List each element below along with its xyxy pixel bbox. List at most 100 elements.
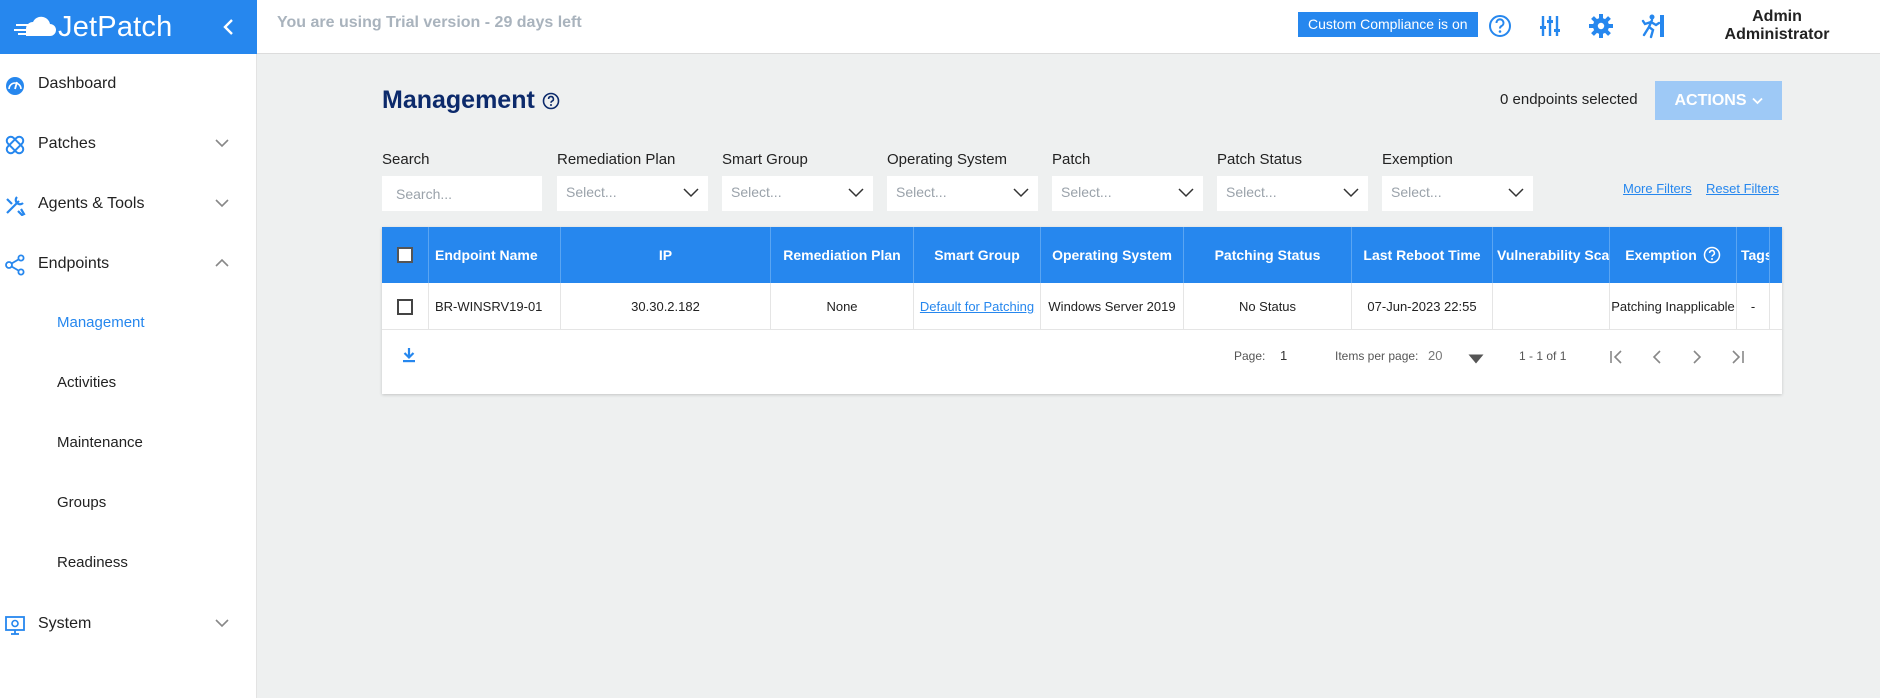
sidebar-item-system[interactable]: System xyxy=(0,604,257,644)
next-page-icon[interactable] xyxy=(1688,348,1706,366)
cell-operating-system: Windows Server 2019 xyxy=(1041,283,1184,330)
remediation-plan-select[interactable]: Select... xyxy=(557,176,708,211)
patch-select[interactable]: Select... xyxy=(1052,176,1203,211)
chevron-up-icon xyxy=(215,258,229,267)
exemption-select[interactable]: Select... xyxy=(1382,176,1533,211)
actions-button[interactable]: ACTIONS xyxy=(1655,81,1782,120)
sidebar-item-endpoints[interactable]: Endpoints xyxy=(0,244,257,284)
chevron-down-icon xyxy=(848,188,864,198)
select-all-checkbox[interactable] xyxy=(397,247,413,263)
logo[interactable]: JetPatch xyxy=(14,11,172,44)
sidebar-subitem-groups[interactable]: Groups xyxy=(57,494,106,511)
more-filters-link[interactable]: More Filters xyxy=(1623,181,1692,196)
sidebar-item-label: System xyxy=(38,615,92,632)
items-per-page-label: Items per page: xyxy=(1335,349,1419,363)
smart-group-select[interactable]: Select... xyxy=(722,176,873,211)
chevron-down-icon xyxy=(215,139,229,148)
actions-label: ACTIONS xyxy=(1674,91,1747,109)
sidebar-subitem-readiness[interactable]: Readiness xyxy=(57,554,128,571)
sidebar-subitem-activities[interactable]: Activities xyxy=(57,374,116,391)
user-name: Admin xyxy=(1752,8,1802,25)
caret-down-icon[interactable] xyxy=(1467,350,1485,368)
select-placeholder: Select... xyxy=(1061,184,1112,200)
select-placeholder: Select... xyxy=(1226,184,1277,200)
table-row[interactable]: BR-WINSRV19-01 30.30.2.182 None Default … xyxy=(382,283,1782,330)
filter-label-smart-group: Smart Group xyxy=(722,151,808,168)
table-header: Endpoint Name IP Remediation Plan Smart … xyxy=(382,227,1782,283)
operating-system-select[interactable]: Select... xyxy=(887,176,1038,211)
gear-icon[interactable] xyxy=(1587,12,1615,40)
cell-patching-status: No Status xyxy=(1184,283,1352,330)
column-last-reboot-time[interactable]: Last Reboot Time xyxy=(1352,227,1493,283)
filter-label-patch: Patch xyxy=(1052,151,1091,168)
page-number[interactable]: 1 xyxy=(1280,348,1287,363)
column-patching-status[interactable]: Patching Status xyxy=(1184,227,1352,283)
last-page-icon[interactable] xyxy=(1728,348,1746,366)
column-smart-group[interactable]: Smart Group xyxy=(914,227,1041,283)
sidebar-item-label: Dashboard xyxy=(38,75,117,92)
column-vulnerability-scan[interactable]: Vulnerability Scan xyxy=(1493,227,1610,283)
chevron-down-icon xyxy=(1013,188,1029,198)
help-icon[interactable] xyxy=(1486,12,1514,40)
column-exemption[interactable]: Exemption xyxy=(1610,227,1737,283)
row-select-cell xyxy=(382,283,429,330)
logout-icon[interactable] xyxy=(1639,12,1667,40)
endpoints-table: Endpoint Name IP Remediation Plan Smart … xyxy=(382,227,1782,394)
chevron-down-icon xyxy=(215,619,229,628)
items-per-page-value[interactable]: 20 xyxy=(1428,348,1442,363)
cloud-logo-icon xyxy=(14,16,56,36)
column-endpoint-name[interactable]: Endpoint Name xyxy=(429,227,561,283)
filter-label-operating-system: Operating System xyxy=(887,151,1008,168)
chevron-down-icon xyxy=(683,188,699,198)
sliders-icon[interactable] xyxy=(1536,12,1564,40)
chevron-left-icon[interactable] xyxy=(219,16,239,38)
user-menu[interactable]: Admin Administrator xyxy=(1712,8,1842,44)
sidebar-item-dashboard[interactable]: Dashboard xyxy=(0,64,257,104)
cell-remediation-plan: None xyxy=(771,283,914,330)
trial-notice: You are using Trial version - 29 days le… xyxy=(277,14,582,31)
filter-label-remediation-plan: Remediation Plan xyxy=(557,151,676,168)
page-title-text: Management xyxy=(382,86,535,114)
brand-bar: JetPatch xyxy=(0,0,257,54)
bandage-icon xyxy=(5,135,25,155)
help-icon[interactable] xyxy=(1703,246,1721,264)
select-placeholder: Select... xyxy=(1391,184,1442,200)
select-placeholder: Select... xyxy=(731,184,782,200)
sidebar-item-agents-tools[interactable]: Agents & Tools xyxy=(0,184,257,224)
sidebar-subitem-management[interactable]: Management xyxy=(57,314,145,331)
sidebar-subitem-maintenance[interactable]: Maintenance xyxy=(57,434,143,451)
column-operating-system[interactable]: Operating System xyxy=(1041,227,1184,283)
select-all-header xyxy=(382,227,429,283)
patch-status-select[interactable]: Select... xyxy=(1217,176,1368,211)
sidebar-item-patches[interactable]: Patches xyxy=(0,124,257,164)
first-page-icon[interactable] xyxy=(1608,348,1626,366)
smart-group-link[interactable]: Default for Patching xyxy=(920,299,1034,314)
brand-name: JetPatch xyxy=(58,10,173,43)
page-title: Management xyxy=(382,86,560,115)
cell-tags: - xyxy=(1737,283,1770,330)
tools-icon xyxy=(6,196,26,216)
column-remediation-plan[interactable]: Remediation Plan xyxy=(771,227,914,283)
select-placeholder: Select... xyxy=(566,184,617,200)
column-ip[interactable]: IP xyxy=(561,227,771,283)
cell-smart-group: Default for Patching xyxy=(914,283,1041,330)
compliance-badge[interactable]: Custom Compliance is on xyxy=(1298,12,1478,37)
reset-filters-link[interactable]: Reset Filters xyxy=(1706,181,1779,196)
search-input[interactable] xyxy=(382,176,542,211)
sidebar-item-label: Endpoints xyxy=(38,255,110,272)
chevron-down-icon xyxy=(1178,188,1194,198)
chevron-down-icon xyxy=(1751,97,1763,104)
cell-endpoint-name: BR-WINSRV19-01 xyxy=(429,283,561,330)
filter-label-exemption: Exemption xyxy=(1382,151,1453,168)
chevron-down-icon xyxy=(215,199,229,208)
network-nodes-icon xyxy=(5,254,25,276)
row-checkbox[interactable] xyxy=(397,298,413,315)
select-placeholder: Select... xyxy=(896,184,947,200)
filter-label-patch-status: Patch Status xyxy=(1217,151,1303,168)
prev-page-icon[interactable] xyxy=(1648,348,1666,366)
help-icon[interactable] xyxy=(542,92,560,110)
column-tags[interactable]: Tags xyxy=(1737,227,1770,283)
cell-ip: 30.30.2.182 xyxy=(561,283,771,330)
page-range: 1 - 1 of 1 xyxy=(1519,349,1567,363)
download-icon[interactable] xyxy=(400,346,418,364)
